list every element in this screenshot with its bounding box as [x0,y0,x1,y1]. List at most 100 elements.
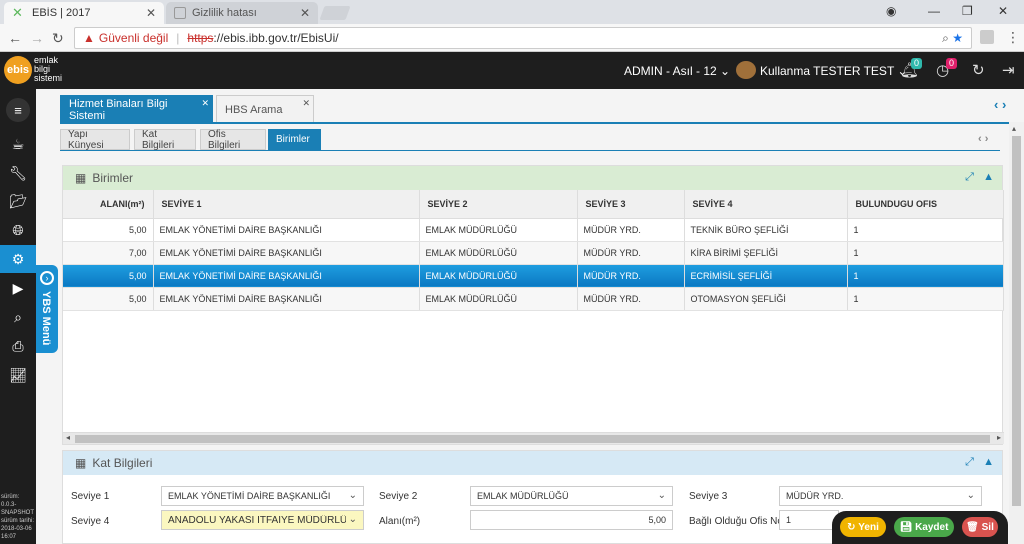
sidebar-item-tools[interactable]: 🔧︎ [0,159,36,187]
chevron-down-icon: ⌄ [657,490,666,501]
column-header[interactable]: SEVİYE 3 [577,190,685,219]
save-button[interactable]: 💾︎ Kaydet [894,517,954,537]
ofis-no-label: Bağlı Olduğu Ofis No [689,516,783,527]
context-label: ADMIN - Asıl - 12 [624,64,717,78]
birimler-table: ALANI(m²) SEVİYE 1 SEVİYE 2 SEVİYE 3 SEV… [63,190,1004,311]
zoom-icon[interactable]: ⌕ ★ [942,31,963,46]
sidebar-item-search[interactable]: ⌕ [0,303,36,331]
column-header[interactable]: BULUNDUGU OFIS [847,190,1004,219]
close-icon[interactable]: ✕ [201,98,209,109]
maximize-icon[interactable]: ❐ [962,4,973,18]
close-tab-icon[interactable]: ✕ [146,6,156,20]
select-value: MÜDÜR YRD. [786,491,844,501]
context-dropdown[interactable]: ADMIN - Asıl - 12 ⌄ [624,64,730,78]
forward-icon[interactable]: → [30,30,44,46]
delete-button[interactable]: 🗑︎ Sil [962,517,998,537]
left-sidebar: ≡ ☕︎ 🔧︎ 📂︎ 🌐︎ ⚙ ▶ ⌕ ⎙ 📈︎ sürüm: 0.0.3- S… [0,89,36,544]
wrench-icon: 🔧︎ [9,164,27,181]
table-row[interactable]: 5,00 EMLAK YÖNETİMİ DAİRE BAŞKANLIĞI EMLAK… [63,218,1004,242]
folder-open-icon: 📂︎ [9,192,27,209]
expand-icon[interactable]: ⤢ [965,171,974,183]
tab-ofis-bilgileri[interactable]: Ofis Bilgileri [200,128,266,151]
logout-icon[interactable]: ⇥ [1002,61,1015,79]
minimize-icon[interactable]: — [928,4,940,18]
column-header[interactable]: SEVİYE 2 [419,190,578,219]
sidebar-item-settings[interactable]: ⚙ [0,245,36,273]
security-status[interactable]: Güvenli değil [99,31,168,45]
close-tab-icon[interactable]: ✕ [300,6,310,20]
column-header[interactable]: SEVİYE 1 [153,190,420,219]
seviye4-select[interactable]: ANADOLU YAKASI İTFAİYE MÜDÜRLÜĞÜ ( ⌄ [161,510,364,530]
sidebar-item-coffee[interactable]: ☕︎ [0,130,36,158]
seviye2-select[interactable]: EMLAK MÜDÜRLÜĞÜ ⌄ [470,486,673,506]
tab-label: Ofis Bilgileri [208,128,241,151]
table-row[interactable]: 5,00 EMLAK YÖNETİMİ DAİRE BAŞKANLIĞI EMLAK… [63,287,1004,311]
seviye1-label: Seviye 1 [71,491,110,502]
tab-yapi-kunyesi[interactable]: Yapı Künyesi [60,129,130,151]
refresh-icon[interactable]: ↻ [972,61,985,79]
browser-tab-gizlilik[interactable]: Gizlilik hatası ✕ [166,2,318,24]
browser-tab-ebis[interactable]: ✕ EBİS | 2017 ✕ [4,2,164,24]
scrollbar-thumb[interactable] [75,435,990,443]
chevron-down-icon: ⌄ [966,490,975,501]
browser-toolbar: ← → ↻ ▲ Güvenli değil | https ://ebis.ib… [0,24,1024,52]
version-info: sürüm: 0.0.3- SNAPSHOT sürüm tarihi: 201… [1,493,35,541]
tab-label: HBS Arama [225,103,283,116]
sidebar-item-globe[interactable]: 🌐︎ [0,216,36,244]
sidebar-item-chart[interactable]: 📈︎ [0,361,36,389]
collapse-icon[interactable]: ▲ [983,456,994,468]
subtab-scroll-arrows-icon[interactable]: ‹ › [978,133,988,145]
horizontal-scrollbar[interactable]: ◂ ▸ [63,432,1004,444]
tab-scroll-arrows-icon[interactable]: ‹ › [994,97,1006,112]
scroll-left-icon[interactable]: ◂ [66,433,70,442]
reload-icon[interactable]: ↻ [52,30,64,47]
tab-hizmet-binalari[interactable]: Hizmet Binaları Bilgi Sistemi ✕ [60,95,213,123]
chevron-down-icon: ⌄ [348,490,357,501]
user-dropdown[interactable]: Kullanma TESTER TEST ⌄ [760,64,907,78]
collapse-icon[interactable]: ▲ [983,171,994,183]
column-header[interactable]: SEVİYE 4 [684,190,848,219]
scroll-up-icon[interactable]: ▴ [1012,124,1016,133]
ybs-menu-tab[interactable]: › YBS Menü [36,265,58,353]
ofis-no-input[interactable]: 1 [779,510,839,530]
ebis-logo[interactable]: ebis [4,56,32,84]
seviye3-select[interactable]: MÜDÜR YRD. ⌄ [779,486,982,506]
logo-line: sistemi [34,73,63,83]
tab-kat-bilgileri[interactable]: Kat Bilgileri [134,129,196,151]
version-line: 0.0.3- [1,502,17,508]
select-value: EMLAK YÖNETİMİ DAİRE BAŞKANLIĞI [168,491,331,501]
expand-icon[interactable]: ⤢ [965,456,974,468]
sidebar-item-print[interactable]: ⎙ [0,332,36,360]
browser-tabbar: ✕ EBİS | 2017 ✕ Gizlilik hatası ✕ ◉ — ❐ … [0,0,1024,24]
close-icon[interactable]: ✕ [302,98,310,109]
address-bar[interactable]: ▲ Güvenli değil | https ://ebis.ibb.gov.… [74,27,972,49]
table-cell: 1 [847,264,1004,288]
sidebar-menu-toggle[interactable]: ≡ [0,96,36,124]
column-header[interactable]: ALANI(m²) [63,190,154,219]
tab-birimler[interactable]: Birimler [268,129,321,150]
new-button[interactable]: ↻ Yeni [840,517,886,537]
button-label: Kaydet [915,521,949,533]
extension-icon[interactable] [980,30,994,44]
page-scrollbar[interactable]: ▴ [1009,122,1024,544]
sidebar-item-folder[interactable]: 📂︎ [0,187,36,215]
alani-input[interactable]: 5,00 [470,510,673,530]
url-text: ://ebis.ibb.gov.tr/EbisUi/ [213,31,339,45]
scrollbar-thumb[interactable] [1012,136,1021,506]
tab-hbs-arama[interactable]: HBS Arama ✕ [216,95,314,123]
table-cell: EMLAK MÜDÜRLÜĞÜ [419,287,578,311]
new-tab-button[interactable] [319,6,351,20]
seviye1-select[interactable]: EMLAK YÖNETİMİ DAİRE BAŞKANLIĞI ⌄ [161,486,364,506]
profile-icon[interactable]: ◉ [886,4,896,18]
close-window-icon[interactable]: ✕ [998,4,1008,18]
back-icon[interactable]: ← [8,30,22,46]
arrow-right-circle-icon: › [40,271,54,285]
table-row[interactable]: 7,00 EMLAK YÖNETİMİ DAİRE BAŞKANLIĞI EMLAK… [63,241,1004,265]
alani-label: Alanı(m²) [379,516,421,527]
browser-menu-icon[interactable]: ⋮ [1006,29,1020,46]
notification-badge: 0 [911,58,923,69]
table-row[interactable]: 5,00 EMLAK YÖNETİMİ DAİRE BAŞKANLIĞI EMLAK… [63,264,1004,288]
bookmark-star-icon[interactable]: ★ [952,31,963,45]
sidebar-item-play[interactable]: ▶ [0,274,36,302]
scroll-right-icon[interactable]: ▸ [997,433,1001,442]
